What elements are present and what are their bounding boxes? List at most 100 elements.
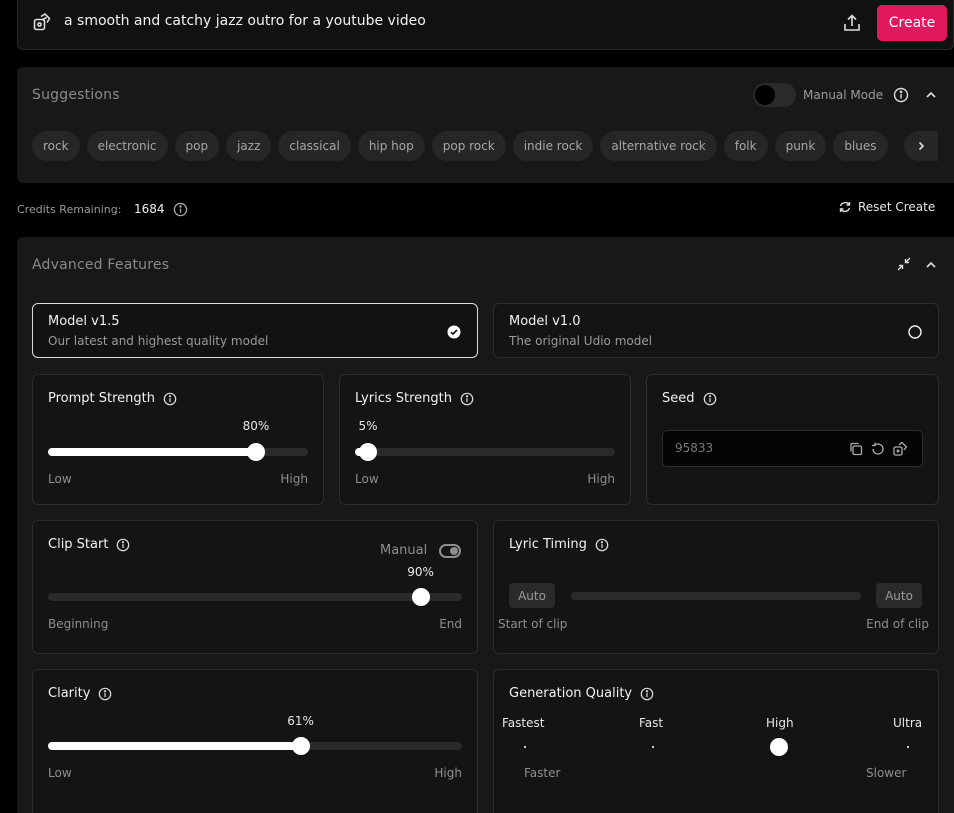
check-circle-icon bbox=[447, 324, 461, 339]
clarity-slider[interactable] bbox=[48, 737, 462, 755]
suggestion-tag[interactable]: indie rock bbox=[512, 131, 594, 161]
quality-tick bbox=[524, 746, 526, 748]
radio-circle-icon bbox=[908, 324, 922, 339]
slider-thumb[interactable] bbox=[291, 737, 310, 755]
manual-mode-toggle[interactable] bbox=[753, 83, 796, 107]
suggestion-tags: rock electronic pop jazz classical hip hop pop… bbox=[32, 131, 888, 161]
model-v1-0-option[interactable]: Model v1.0 The original Udio model bbox=[493, 303, 939, 358]
advanced-features-title: Advanced Features bbox=[32, 257, 170, 273]
suggestion-tag[interactable]: blues bbox=[833, 131, 888, 161]
lyric-timing-end-auto[interactable]: Auto bbox=[876, 583, 922, 608]
lyric-timing-range[interactable] bbox=[571, 592, 861, 600]
lyric-timing-card: Lyric Timing Auto Auto Start of clip End… bbox=[493, 520, 939, 654]
quality-tick bbox=[652, 746, 654, 748]
model-name: Model v1.0 bbox=[509, 314, 581, 329]
suggestion-tag[interactable]: rock bbox=[32, 131, 80, 161]
seed-input[interactable]: 95833 bbox=[662, 430, 923, 467]
prompt-strength-value: 80% bbox=[242, 419, 270, 433]
end-of-clip-label: End of clip bbox=[866, 617, 929, 631]
generation-quality-card: Generation Quality Fastest Fast High Ult… bbox=[493, 669, 939, 813]
dice-icon[interactable] bbox=[892, 441, 908, 457]
clarity-title: Clarity bbox=[48, 686, 91, 701]
prompt-strength-slider[interactable] bbox=[48, 443, 308, 461]
model-name: Model v1.5 bbox=[48, 314, 120, 329]
reset-icon[interactable] bbox=[870, 441, 886, 457]
info-icon[interactable] bbox=[595, 538, 609, 552]
clip-start-card: Clip Start Manual 90% Beginning End bbox=[32, 520, 478, 654]
info-icon[interactable] bbox=[703, 392, 717, 406]
create-button[interactable]: Create bbox=[877, 5, 947, 41]
slider-thumb[interactable] bbox=[247, 443, 265, 461]
quality-level-high[interactable]: High bbox=[766, 716, 794, 730]
advanced-features-panel: Advanced Features Model v1.5 Our latest … bbox=[17, 237, 954, 813]
lyric-timing-start-auto[interactable]: Auto bbox=[509, 583, 555, 608]
clip-start-value: 90% bbox=[407, 565, 434, 579]
high-label: High bbox=[280, 472, 308, 486]
info-icon[interactable] bbox=[163, 392, 177, 406]
suggestion-tag[interactable]: hip hop bbox=[357, 131, 425, 161]
clip-manual-label: Manual bbox=[380, 543, 428, 558]
prompt-bar: a smooth and catchy jazz outro for a you… bbox=[17, 0, 954, 50]
high-label: High bbox=[434, 766, 462, 780]
suggestion-tag[interactable]: folk bbox=[723, 131, 768, 161]
seed-placeholder: 95833 bbox=[675, 441, 714, 455]
tags-next-button[interactable] bbox=[904, 131, 938, 161]
lyrics-strength-slider[interactable] bbox=[355, 443, 615, 461]
toggle-knob bbox=[755, 85, 775, 105]
toggle-knob bbox=[450, 547, 458, 555]
low-label: Low bbox=[48, 472, 72, 486]
slider-thumb[interactable] bbox=[411, 588, 430, 606]
suggestion-tag[interactable]: punk bbox=[774, 131, 827, 161]
prompt-edit-icon bbox=[32, 12, 52, 32]
seed-title: Seed bbox=[662, 391, 695, 406]
model-description: Our latest and highest quality model bbox=[48, 334, 269, 348]
suggestion-tag[interactable]: alternative rock bbox=[600, 131, 717, 161]
quality-level-fast[interactable]: Fast bbox=[639, 716, 663, 730]
prompt-strength-title: Prompt Strength bbox=[48, 391, 156, 406]
suggestions-title: Suggestions bbox=[32, 87, 120, 103]
suggestion-tag[interactable]: electronic bbox=[86, 131, 168, 161]
seed-card: Seed 95833 bbox=[646, 374, 939, 505]
copy-icon[interactable] bbox=[848, 441, 864, 457]
clip-start-slider[interactable] bbox=[48, 588, 462, 606]
lyric-timing-title: Lyric Timing bbox=[509, 537, 587, 552]
lyrics-strength-card: Lyrics Strength 5% Low High bbox=[339, 374, 631, 505]
chevron-right-icon bbox=[918, 141, 925, 151]
suggestions-panel: Suggestions Manual Mode rock electronic po… bbox=[17, 67, 954, 183]
model-description: The original Udio model bbox=[509, 334, 653, 348]
chevron-up-icon[interactable] bbox=[924, 87, 938, 106]
clip-start-title: Clip Start bbox=[48, 537, 109, 552]
reset-create-button[interactable]: Reset Create bbox=[838, 200, 935, 214]
high-label: High bbox=[587, 472, 615, 486]
refresh-icon bbox=[839, 201, 851, 213]
beginning-label: Beginning bbox=[48, 617, 109, 631]
chevron-up-icon[interactable] bbox=[924, 257, 938, 276]
prompt-input[interactable]: a smooth and catchy jazz outro for a you… bbox=[64, 13, 426, 29]
clip-manual-toggle[interactable] bbox=[439, 544, 461, 558]
slider-thumb[interactable] bbox=[359, 443, 377, 461]
clarity-card: Clarity 61% Low High bbox=[32, 669, 478, 813]
quality-slider-thumb[interactable] bbox=[770, 738, 788, 756]
share-icon[interactable] bbox=[842, 13, 862, 33]
quality-tick bbox=[907, 746, 909, 748]
manual-mode-label: Manual Mode bbox=[803, 88, 884, 102]
suggestion-tag[interactable]: jazz bbox=[226, 131, 272, 161]
minimize-icon[interactable] bbox=[896, 256, 912, 276]
suggestion-tag[interactable]: pop bbox=[174, 131, 220, 161]
quality-level-fastest[interactable]: Fastest bbox=[502, 716, 544, 730]
info-icon[interactable] bbox=[460, 392, 474, 406]
faster-label: Faster bbox=[524, 766, 561, 780]
lyrics-strength-value: 5% bbox=[358, 419, 378, 433]
info-icon[interactable] bbox=[640, 687, 654, 701]
start-of-clip-label: Start of clip bbox=[498, 617, 568, 631]
suggestion-tag[interactable]: pop rock bbox=[431, 131, 506, 161]
info-icon[interactable] bbox=[893, 87, 909, 103]
quality-level-ultra[interactable]: Ultra bbox=[893, 716, 922, 730]
info-icon[interactable] bbox=[173, 202, 188, 221]
suggestion-tag[interactable]: classical bbox=[278, 131, 351, 161]
credits-value: 1684 bbox=[134, 202, 165, 216]
info-icon[interactable] bbox=[116, 538, 130, 552]
reset-create-label: Reset Create bbox=[858, 200, 936, 214]
model-v1-5-option[interactable]: Model v1.5 Our latest and highest qualit… bbox=[32, 303, 478, 358]
info-icon[interactable] bbox=[98, 687, 112, 701]
